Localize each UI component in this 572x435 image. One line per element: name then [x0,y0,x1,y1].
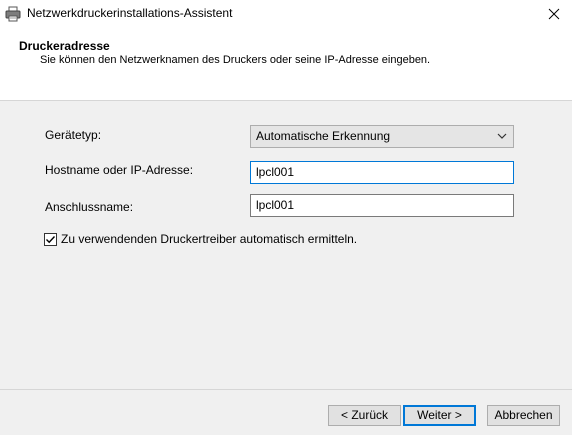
page-subtitle: Sie können den Netzwerknamen des Drucker… [40,54,431,66]
auto-driver-option[interactable]: Zu verwendenden Druckertreiber automatis… [44,231,357,247]
device-type-value: Automatische Erkennung [256,129,391,143]
device-type-select[interactable]: Automatische Erkennung [250,125,514,148]
portname-label: Anschlussname: [45,200,134,214]
device-type-label: Gerätetyp: [45,128,102,142]
back-button[interactable]: < Zurück [328,405,401,426]
footer-divider [0,389,572,390]
next-button[interactable]: Weiter > [403,405,476,426]
wizard-header: Druckeradresse Sie können den Netzwerkna… [0,28,572,100]
auto-driver-label: Zu verwendenden Druckertreiber automatis… [61,232,358,246]
page-title: Druckeradresse [19,39,110,53]
auto-driver-checkbox[interactable] [44,232,57,246]
hostname-label: Hostname oder IP-Adresse: [45,163,194,177]
close-button[interactable] [536,0,572,28]
chevron-down-icon [497,133,507,139]
checkmark-icon [46,235,56,243]
close-icon [548,8,560,20]
portname-input[interactable]: lpcl001 [250,194,514,217]
cancel-button[interactable]: Abbrechen [487,405,560,426]
window-title: Netzwerkdruckerinstallations-Assistent [27,6,233,20]
printer-icon [5,6,21,22]
header-divider [0,100,572,101]
title-bar: Netzwerkdruckerinstallations-Assistent [0,0,572,28]
hostname-input[interactable]: lpcl001 [250,161,514,184]
